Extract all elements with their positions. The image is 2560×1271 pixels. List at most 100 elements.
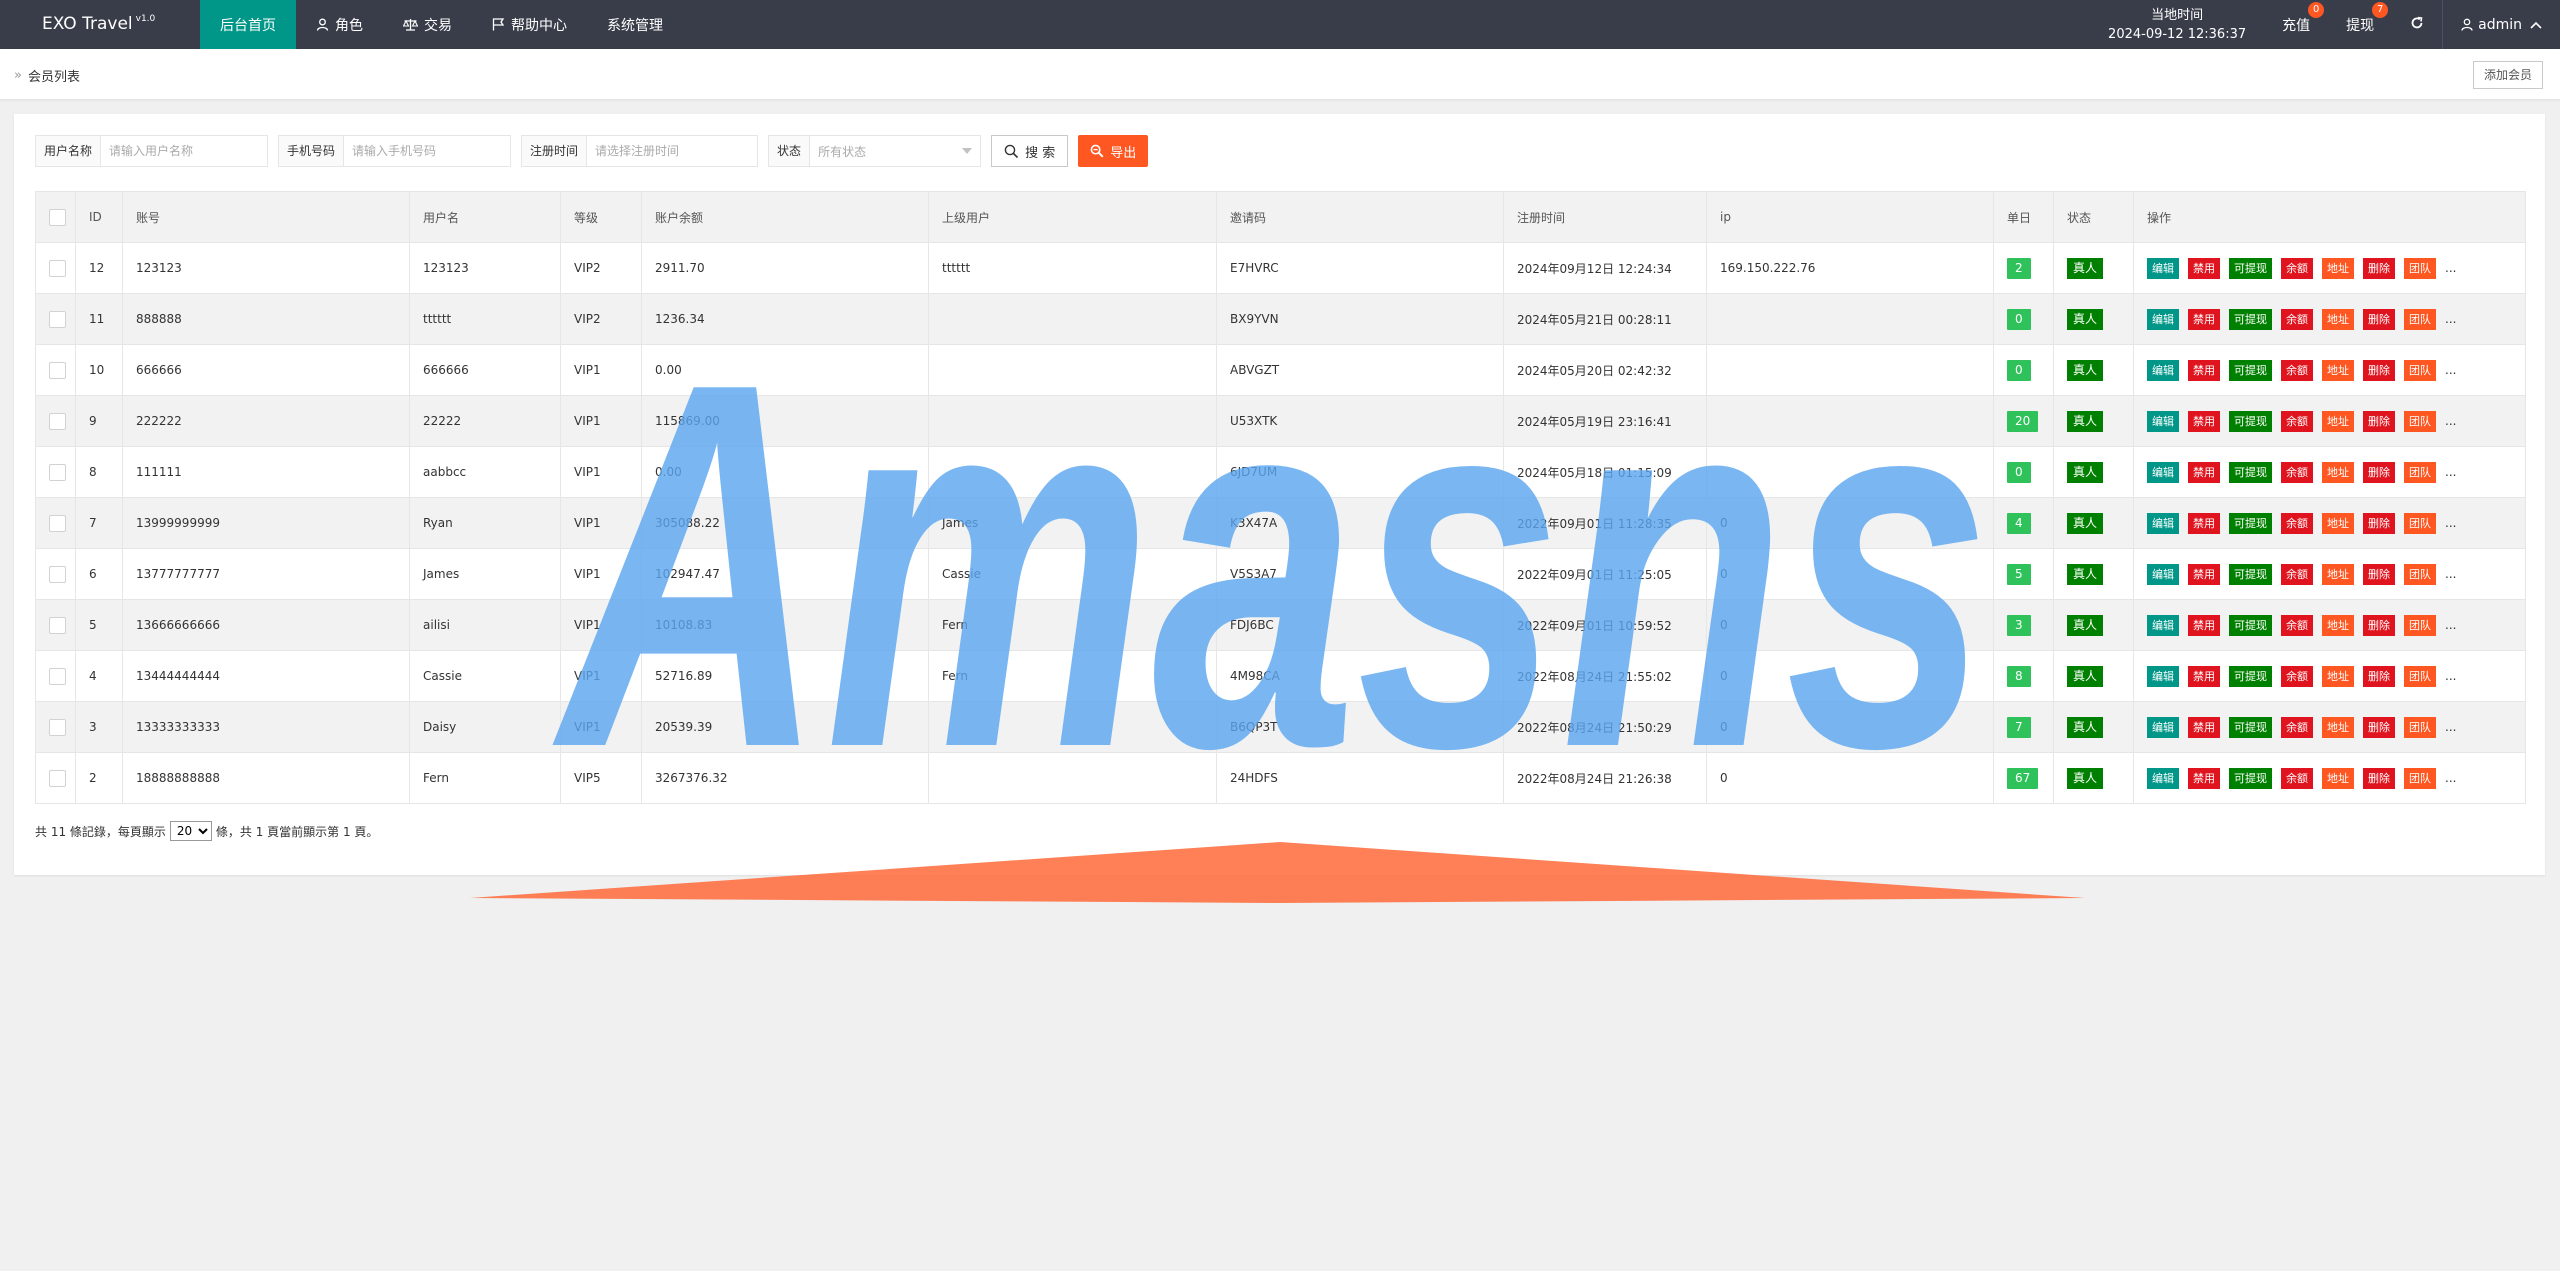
disable-button[interactable]: 禁用 [2188, 767, 2220, 789]
address-button[interactable]: 地址 [2322, 359, 2354, 381]
balance-button[interactable]: 余额 [2281, 257, 2313, 279]
add-member-button[interactable]: 添加会员 [2472, 61, 2543, 89]
withdrawable-button[interactable]: 可提现 [2229, 512, 2272, 534]
address-button[interactable]: 地址 [2322, 665, 2354, 687]
team-button[interactable]: 团队 [2404, 461, 2436, 483]
edit-button[interactable]: 编辑 [2147, 767, 2179, 789]
team-button[interactable]: 团队 [2404, 665, 2436, 687]
team-button[interactable]: 团队 [2404, 767, 2436, 789]
address-button[interactable]: 地址 [2322, 767, 2354, 789]
address-button[interactable]: 地址 [2322, 614, 2354, 636]
edit-button[interactable]: 编辑 [2147, 716, 2179, 738]
balance-button[interactable]: 余额 [2281, 563, 2313, 585]
disable-button[interactable]: 禁用 [2188, 359, 2220, 381]
delete-button[interactable]: 删除 [2363, 512, 2395, 534]
row-checkbox[interactable] [49, 412, 66, 430]
recharge-link[interactable]: 充值 0 [2264, 0, 2328, 49]
edit-button[interactable]: 编辑 [2147, 359, 2179, 381]
team-button[interactable]: 团队 [2404, 308, 2436, 330]
search-button[interactable]: 搜 索 [991, 135, 1069, 167]
team-button[interactable]: 团队 [2404, 512, 2436, 534]
balance-button[interactable]: 余额 [2281, 665, 2313, 687]
regtime-input[interactable] [587, 136, 758, 166]
nav-item-system[interactable]: 系统管理 [587, 0, 683, 49]
column-header[interactable]: 注册时间 [1503, 191, 1707, 243]
address-button[interactable]: 地址 [2322, 410, 2354, 432]
withdraw-link[interactable]: 提现 7 [2328, 0, 2392, 49]
row-checkbox[interactable] [49, 361, 66, 379]
row-checkbox[interactable] [49, 463, 66, 481]
page-size-select[interactable]: 20 [169, 821, 212, 841]
disable-button[interactable]: 禁用 [2188, 563, 2220, 585]
more-actions-button[interactable]: ... [2445, 720, 2456, 734]
disable-button[interactable]: 禁用 [2188, 461, 2220, 483]
balance-button[interactable]: 余额 [2281, 308, 2313, 330]
export-button[interactable]: 导出 [1078, 135, 1149, 167]
row-checkbox[interactable] [49, 667, 66, 685]
refresh-button[interactable] [2392, 0, 2442, 49]
row-checkbox[interactable] [49, 259, 66, 277]
edit-button[interactable]: 编辑 [2147, 257, 2179, 279]
column-header[interactable]: 状态 [2053, 191, 2134, 243]
nav-item-trade[interactable]: 交易 [383, 0, 472, 49]
edit-button[interactable]: 编辑 [2147, 665, 2179, 687]
disable-button[interactable]: 禁用 [2188, 716, 2220, 738]
row-checkbox[interactable] [49, 616, 66, 634]
balance-button[interactable]: 余额 [2281, 512, 2313, 534]
row-checkbox[interactable] [49, 565, 66, 583]
delete-button[interactable]: 删除 [2363, 614, 2395, 636]
column-header[interactable]: 账户余额 [641, 191, 929, 243]
more-actions-button[interactable]: ... [2445, 669, 2456, 683]
more-actions-button[interactable]: ... [2445, 363, 2456, 377]
withdrawable-button[interactable]: 可提现 [2229, 461, 2272, 483]
team-button[interactable]: 团队 [2404, 257, 2436, 279]
delete-button[interactable]: 删除 [2363, 767, 2395, 789]
disable-button[interactable]: 禁用 [2188, 410, 2220, 432]
more-actions-button[interactable]: ... [2445, 516, 2456, 530]
disable-button[interactable]: 禁用 [2188, 512, 2220, 534]
column-header[interactable]: 上级用户 [928, 191, 1217, 243]
more-actions-button[interactable]: ... [2445, 261, 2456, 275]
team-button[interactable]: 团队 [2404, 614, 2436, 636]
column-header[interactable]: ip [1706, 191, 1994, 243]
delete-button[interactable]: 删除 [2363, 308, 2395, 330]
edit-button[interactable]: 编辑 [2147, 308, 2179, 330]
delete-button[interactable]: 删除 [2363, 257, 2395, 279]
withdrawable-button[interactable]: 可提现 [2229, 410, 2272, 432]
address-button[interactable]: 地址 [2322, 563, 2354, 585]
phone-input[interactable] [344, 136, 511, 166]
balance-button[interactable]: 余额 [2281, 614, 2313, 636]
user-menu[interactable]: admin [2443, 0, 2560, 49]
username-input[interactable] [101, 136, 268, 166]
nav-item-roles[interactable]: 角色 [296, 0, 383, 49]
withdrawable-button[interactable]: 可提现 [2229, 308, 2272, 330]
delete-button[interactable]: 删除 [2363, 563, 2395, 585]
more-actions-button[interactable]: ... [2445, 312, 2456, 326]
column-header[interactable]: 等级 [560, 191, 642, 243]
row-checkbox[interactable] [49, 310, 66, 328]
more-actions-button[interactable]: ... [2445, 771, 2456, 785]
team-button[interactable]: 团队 [2404, 716, 2436, 738]
address-button[interactable]: 地址 [2322, 716, 2354, 738]
delete-button[interactable]: 删除 [2363, 410, 2395, 432]
edit-button[interactable]: 编辑 [2147, 614, 2179, 636]
select-all-checkbox[interactable] [49, 208, 66, 226]
more-actions-button[interactable]: ... [2445, 618, 2456, 632]
team-button[interactable]: 团队 [2404, 410, 2436, 432]
delete-button[interactable]: 删除 [2363, 665, 2395, 687]
balance-button[interactable]: 余额 [2281, 359, 2313, 381]
disable-button[interactable]: 禁用 [2188, 614, 2220, 636]
disable-button[interactable]: 禁用 [2188, 665, 2220, 687]
app-logo[interactable]: EXO Travel v1.0 [42, 14, 155, 34]
more-actions-button[interactable]: ... [2445, 465, 2456, 479]
balance-button[interactable]: 余额 [2281, 461, 2313, 483]
row-checkbox[interactable] [49, 514, 66, 532]
withdrawable-button[interactable]: 可提现 [2229, 563, 2272, 585]
address-button[interactable]: 地址 [2322, 461, 2354, 483]
row-checkbox[interactable] [49, 718, 66, 736]
delete-button[interactable]: 删除 [2363, 461, 2395, 483]
column-header[interactable]: ID [75, 191, 123, 243]
edit-button[interactable]: 编辑 [2147, 563, 2179, 585]
team-button[interactable]: 团队 [2404, 563, 2436, 585]
column-header[interactable]: 账号 [122, 191, 410, 243]
